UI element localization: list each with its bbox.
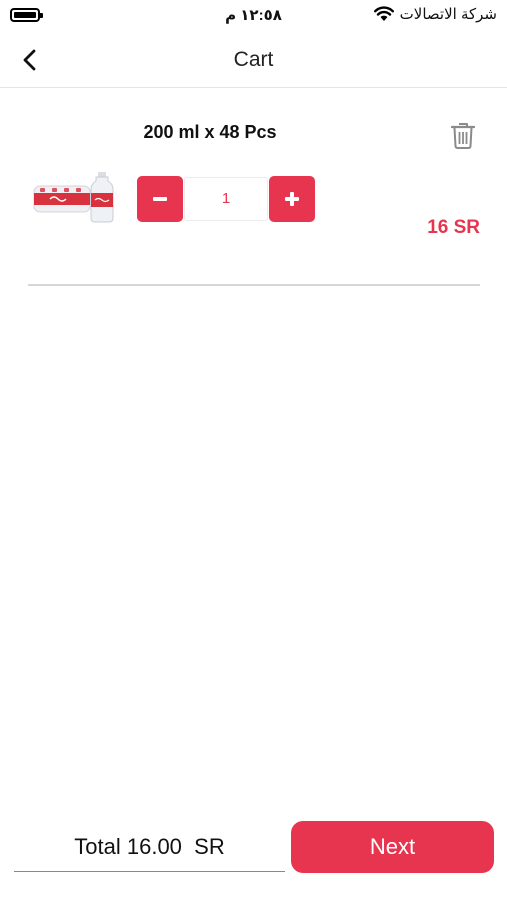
total-text: Total 16.00 SR: [74, 834, 225, 859]
quantity-field[interactable]: 1: [184, 177, 268, 221]
wifi-icon: [373, 6, 394, 21]
trash-icon: [450, 123, 476, 149]
page-title: Cart: [233, 48, 274, 71]
carrier-name: شركة الاتصالات: [399, 6, 497, 23]
product-image: [32, 168, 120, 226]
item-divider: [28, 284, 480, 286]
plus-icon: [285, 192, 299, 206]
item-title: 200 ml x 48 Pcs: [143, 122, 277, 142]
minus-icon: [153, 197, 167, 201]
total-field: Total 16.00 SR: [14, 826, 285, 872]
nav-bar: Cart: [0, 32, 507, 88]
increase-button[interactable]: [269, 176, 315, 222]
decrease-button[interactable]: [137, 176, 183, 222]
water-bottle-pack-image: [33, 172, 114, 223]
quantity-stepper: 1: [137, 176, 315, 224]
delete-button[interactable]: [446, 118, 480, 152]
status-bar: ١٢:٥٨ م شركة الاتصالات: [0, 0, 507, 32]
item-price: 16 SR: [427, 217, 480, 238]
cart-item: 200 ml x 48 Pcs 1 16 SR: [0, 88, 507, 286]
next-button[interactable]: Next: [291, 821, 494, 873]
carrier-group: شركة الاتصالات: [373, 5, 497, 23]
